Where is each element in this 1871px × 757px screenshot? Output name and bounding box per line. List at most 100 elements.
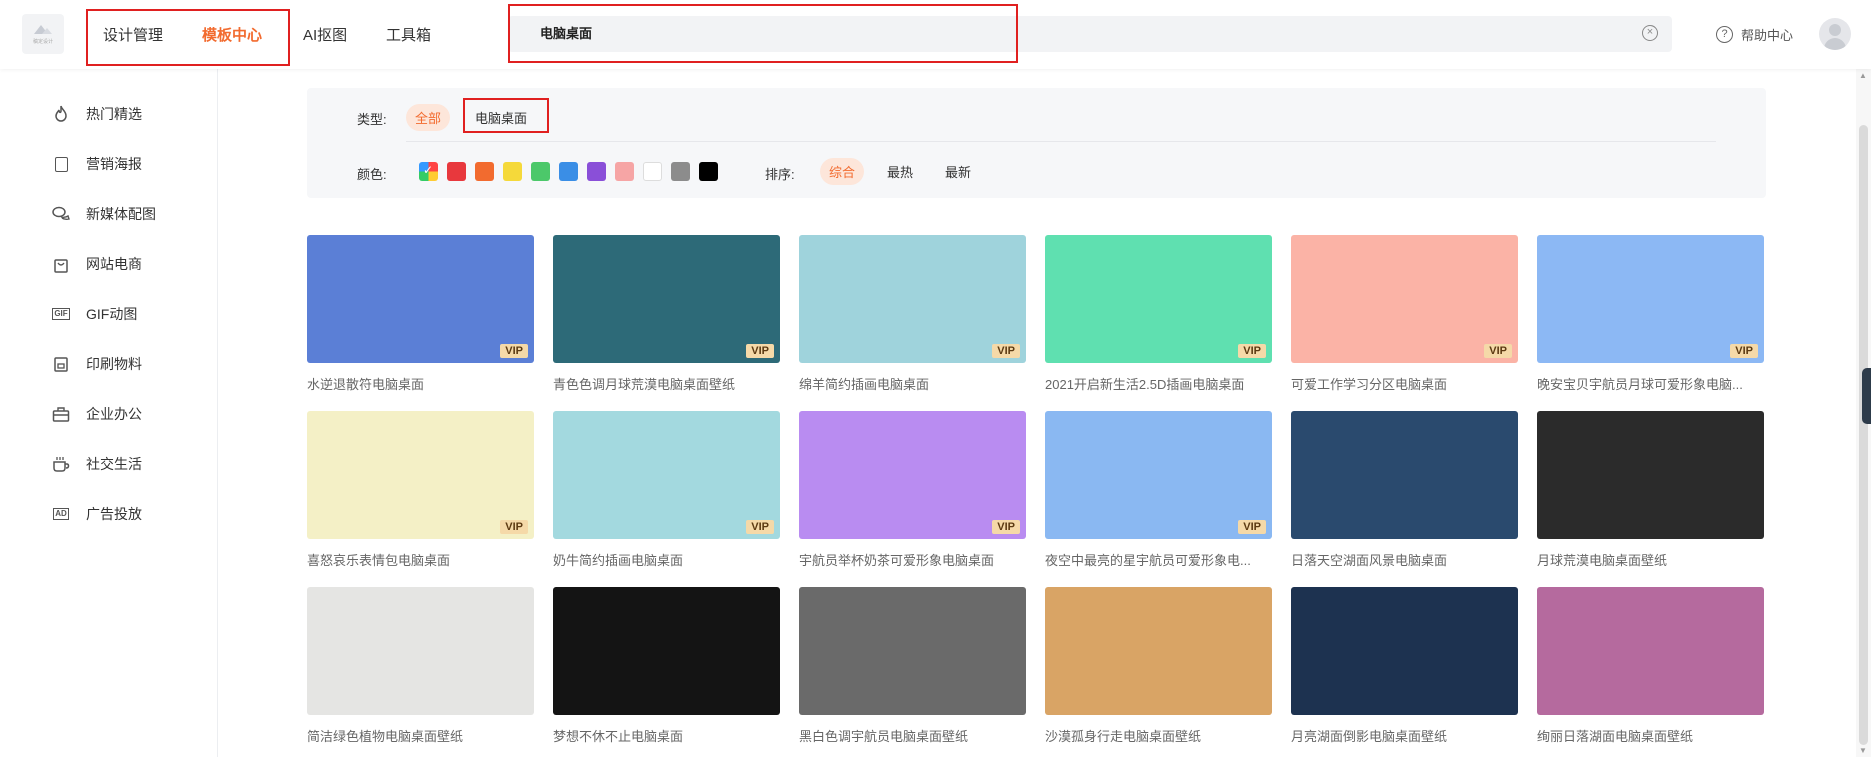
side-widget-tab[interactable] [1862, 368, 1871, 424]
template-card[interactable]: VIP 2021开启新生活2.5D插画电脑桌面 [1045, 235, 1272, 393]
template-thumbnail[interactable] [799, 587, 1026, 715]
template-thumbnail[interactable]: VIP [553, 411, 780, 539]
print-icon [52, 355, 70, 373]
template-card[interactable]: 黑白色调宇航员电脑桌面壁纸 [799, 587, 1026, 745]
flame-icon [52, 105, 70, 123]
template-card[interactable]: VIP 夜空中最亮的星宇航员可爱形象电... [1045, 411, 1272, 569]
clear-search-icon[interactable]: × [1642, 25, 1658, 41]
template-title: 简洁绿色植物电脑桌面壁纸 [307, 729, 464, 744]
template-card[interactable]: 日落天空湖面风景电脑桌面 [1291, 411, 1518, 569]
sort-option-newest[interactable]: 最新 [936, 158, 980, 185]
sidebar-item-print[interactable]: 印刷物料 [52, 354, 142, 374]
sidebar-item-new-media[interactable]: 新媒体配图 [52, 204, 156, 224]
color-swatch-green[interactable] [531, 162, 550, 181]
template-thumbnail[interactable]: VIP [1291, 235, 1518, 363]
template-card[interactable]: 沙漠孤身行走电脑桌面壁纸 [1045, 587, 1272, 745]
sidebar-item-ads[interactable]: AD 广告投放 [52, 504, 142, 524]
template-thumbnail[interactable] [1045, 587, 1272, 715]
vip-badge: VIP [1238, 344, 1266, 358]
template-thumbnail[interactable]: VIP [1045, 411, 1272, 539]
help-center-link[interactable]: ? 帮助中心 [1716, 25, 1793, 44]
template-thumbnail[interactable] [1291, 587, 1518, 715]
template-title: 月球荒漠电脑桌面壁纸 [1537, 553, 1668, 568]
template-thumbnail[interactable] [1291, 411, 1518, 539]
logo-image-icon [34, 24, 52, 34]
help-center-label: 帮助中心 [1741, 28, 1794, 43]
template-thumbnail[interactable] [1537, 411, 1764, 539]
color-swatch-orange[interactable] [475, 162, 494, 181]
briefcase-icon [52, 405, 70, 423]
ad-icon: AD [53, 508, 69, 520]
template-title: 绚丽日落湖面电脑桌面壁纸 [1537, 729, 1694, 744]
color-swatch-yellow[interactable] [503, 162, 522, 181]
sort-option-hottest[interactable]: 最热 [878, 158, 922, 185]
sidebar-item-poster[interactable]: 营销海报 [52, 154, 142, 174]
color-swatch-all[interactable] [419, 162, 438, 181]
sidebar-item-social[interactable]: 社交生活 [52, 454, 142, 474]
sidebar-item-label: 广告投放 [86, 506, 142, 522]
template-title: 喜怒哀乐表情包电脑桌面 [307, 553, 451, 568]
vip-badge: VIP [1238, 520, 1266, 534]
vip-badge: VIP [746, 520, 774, 534]
color-swatch-black[interactable] [699, 162, 718, 181]
vip-badge: VIP [992, 344, 1020, 358]
template-thumbnail[interactable]: VIP [307, 411, 534, 539]
sidebar-item-office[interactable]: 企业办公 [52, 404, 142, 424]
poster-icon [52, 155, 70, 173]
color-swatch-blue[interactable] [559, 162, 578, 181]
nav-ai-cutout[interactable]: AI抠图 [303, 24, 347, 45]
template-card[interactable]: VIP 青色色调月球荒漠电脑桌面壁纸 [553, 235, 780, 393]
vip-badge: VIP [746, 344, 774, 358]
template-card[interactable]: 月球荒漠电脑桌面壁纸 [1537, 411, 1764, 569]
user-avatar[interactable] [1819, 18, 1851, 50]
sidebar-item-label: GIF动图 [86, 306, 138, 322]
category-sidebar: 热门精选 营销海报 新媒体配图 网站电商 GIF GIF动图 印刷物料 企业办公 [0, 69, 218, 757]
color-swatch-red[interactable] [447, 162, 466, 181]
sort-option-comprehensive[interactable]: 综合 [820, 158, 865, 185]
template-card[interactable]: 简洁绿色植物电脑桌面壁纸 [307, 587, 534, 745]
template-card[interactable]: VIP 喜怒哀乐表情包电脑桌面 [307, 411, 534, 569]
template-title: 黑白色调宇航员电脑桌面壁纸 [799, 729, 969, 744]
shopping-bag-icon [52, 255, 70, 273]
template-card[interactable]: 梦想不休不止电脑桌面 [553, 587, 780, 745]
template-thumbnail[interactable]: VIP [553, 235, 780, 363]
template-thumbnail[interactable]: VIP [799, 411, 1026, 539]
sidebar-item-gif[interactable]: GIF GIF动图 [52, 304, 137, 324]
template-card[interactable]: VIP 水逆退散符电脑桌面 [307, 235, 534, 393]
template-thumbnail[interactable] [1537, 587, 1764, 715]
template-card[interactable]: VIP 晚安宝贝宇航员月球可爱形象电脑... [1537, 235, 1764, 393]
color-swatch-gray[interactable] [671, 162, 690, 181]
app-logo[interactable]: 稿定设计 [22, 14, 64, 54]
template-thumbnail[interactable]: VIP [307, 235, 534, 363]
template-thumbnail[interactable]: VIP [1537, 235, 1764, 363]
template-thumbnail[interactable]: VIP [1045, 235, 1272, 363]
template-title: 晚安宝贝宇航员月球可爱形象电脑... [1537, 377, 1743, 392]
template-title: 梦想不休不止电脑桌面 [553, 729, 684, 744]
template-card[interactable]: VIP 绵羊简约插画电脑桌面 [799, 235, 1026, 393]
sidebar-item-label: 热门精选 [86, 106, 142, 122]
template-title: 奶牛简约插画电脑桌面 [553, 553, 684, 568]
gif-icon: GIF [52, 308, 70, 320]
template-thumbnail[interactable] [553, 587, 780, 715]
template-thumbnail[interactable]: VIP [799, 235, 1026, 363]
scroll-up-icon[interactable]: ▲ [1859, 71, 1867, 80]
template-card[interactable]: VIP 可爱工作学习分区电脑桌面 [1291, 235, 1518, 393]
scrollbar-thumb[interactable] [1859, 125, 1868, 745]
color-swatch-pink[interactable] [615, 162, 634, 181]
template-card[interactable]: VIP 奶牛简约插画电脑桌面 [553, 411, 780, 569]
template-title: 日落天空湖面风景电脑桌面 [1291, 553, 1448, 568]
filter-divider [406, 141, 1716, 142]
scroll-down-icon[interactable]: ▼ [1859, 746, 1867, 755]
color-filter-label: 颜色: [357, 167, 387, 182]
template-card[interactable]: 月亮湖面倒影电脑桌面壁纸 [1291, 587, 1518, 745]
template-card[interactable]: 绚丽日落湖面电脑桌面壁纸 [1537, 587, 1764, 745]
type-option-all[interactable]: 全部 [406, 104, 451, 131]
template-card[interactable]: VIP 宇航员举杯奶茶可爱形象电脑桌面 [799, 411, 1026, 569]
sidebar-item-ecommerce[interactable]: 网站电商 [52, 254, 142, 274]
template-title: 2021开启新生活2.5D插画电脑桌面 [1045, 377, 1245, 392]
sidebar-item-hot[interactable]: 热门精选 [52, 104, 142, 124]
color-swatch-purple[interactable] [587, 162, 606, 181]
nav-toolbox[interactable]: 工具箱 [386, 24, 431, 45]
template-thumbnail[interactable] [307, 587, 534, 715]
color-swatch-white[interactable] [643, 162, 662, 181]
